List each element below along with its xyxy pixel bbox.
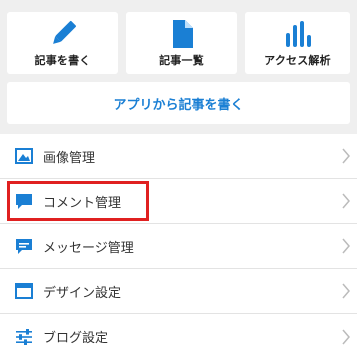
menu-item-blog-settings[interactable]: ブログ設定	[0, 314, 357, 358]
chevron-right-icon	[342, 283, 350, 299]
menu-item-label: デザイン設定	[43, 285, 122, 301]
menu-item-label: 画像管理	[43, 150, 96, 166]
menu-item-message-management[interactable]: メッセージ管理	[0, 224, 357, 269]
image-icon	[15, 147, 33, 165]
menu-item-label: メッセージ管理	[43, 240, 134, 256]
pencil-icon	[48, 20, 78, 48]
sliders-icon	[15, 328, 33, 346]
window-icon	[15, 282, 33, 300]
menu-item-image-management[interactable]: 画像管理	[0, 134, 357, 179]
chevron-right-icon	[342, 329, 350, 344]
bar-chart-icon	[285, 20, 311, 48]
article-list-label: 記事一覧	[159, 54, 204, 67]
chevron-right-icon	[342, 238, 350, 254]
access-analysis-label: アクセス解析	[264, 54, 331, 67]
write-article-label: 記事を書く	[34, 54, 91, 67]
menu-item-label: ブログ設定	[43, 331, 109, 346]
message-icon	[15, 237, 33, 255]
menu-item-label: コメント管理	[43, 195, 122, 211]
document-icon	[171, 20, 193, 48]
article-list-tile[interactable]: 記事一覧	[126, 12, 237, 74]
write-article-tile[interactable]: 記事を書く	[7, 12, 118, 74]
chevron-right-icon	[342, 148, 350, 164]
write-from-app-button[interactable]: アプリから記事を書く	[7, 82, 350, 124]
comment-icon	[15, 192, 33, 210]
menu-item-design-settings[interactable]: デザイン設定	[0, 269, 357, 314]
shortcut-panel: 記事を書く 記事一覧 アクセス解析 アプリから記事を書く	[0, 0, 357, 132]
menu-item-comment-management[interactable]: コメント管理	[0, 179, 357, 224]
management-menu: 画像管理 コメント管理 メッセージ管理 デザイン設定 ブログ設定	[0, 134, 357, 358]
chevron-right-icon	[342, 193, 350, 209]
access-analysis-tile[interactable]: アクセス解析	[245, 12, 350, 74]
